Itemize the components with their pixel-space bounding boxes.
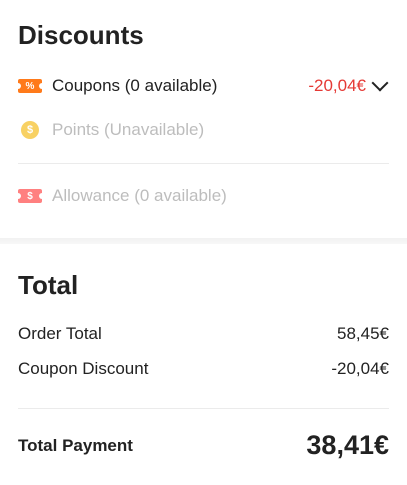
points-label: Points (Unavailable) <box>52 120 205 139</box>
order-total-line: Order Total 58,45€ <box>18 324 389 344</box>
allowance-ticket-icon: $ <box>15 189 45 203</box>
order-total-value: 58,45€ <box>337 324 389 343</box>
discounts-divider <box>18 163 389 164</box>
coupons-label: Coupons (0 available) <box>52 76 218 95</box>
chevron-down-icon[interactable] <box>371 74 389 92</box>
order-total-label: Order Total <box>18 324 102 343</box>
coupons-discount-value: -20,04€ <box>308 76 366 95</box>
total-payment-value: 38,41€ <box>306 430 389 460</box>
coupon-discount-label: Coupon Discount <box>18 359 149 378</box>
allowance-row: $ Allowance (0 available) <box>15 184 389 208</box>
total-title: Total <box>18 270 79 300</box>
points-row: $ Points (Unavailable) <box>18 118 389 142</box>
coupons-row[interactable]: % Coupons (0 available) -20,04€ <box>15 74 389 98</box>
points-icon-glyph: $ <box>26 124 34 136</box>
discounts-title: Discounts <box>18 20 144 50</box>
coupon-discount-line: Coupon Discount -20,04€ <box>18 359 389 379</box>
discounts-section: Discounts % Coupons (0 available) -20,04… <box>0 0 407 238</box>
total-payment-line: Total Payment 38,41€ <box>18 430 389 461</box>
allowance-label: Allowance (0 available) <box>52 186 227 205</box>
section-separator <box>0 238 407 244</box>
coupons-value-group[interactable]: -20,04€ <box>308 74 389 96</box>
coupon-discount-value: -20,04€ <box>331 359 389 378</box>
total-payment-label: Total Payment <box>18 435 133 455</box>
allowance-icon-glyph: $ <box>27 190 33 202</box>
coupon-icon-glyph: % <box>25 80 35 92</box>
points-coin-icon: $ <box>21 121 39 139</box>
checkout-summary-card: Discounts % Coupons (0 available) -20,04… <box>0 0 407 460</box>
total-divider <box>18 408 389 409</box>
coupon-ticket-icon: % <box>15 79 45 93</box>
